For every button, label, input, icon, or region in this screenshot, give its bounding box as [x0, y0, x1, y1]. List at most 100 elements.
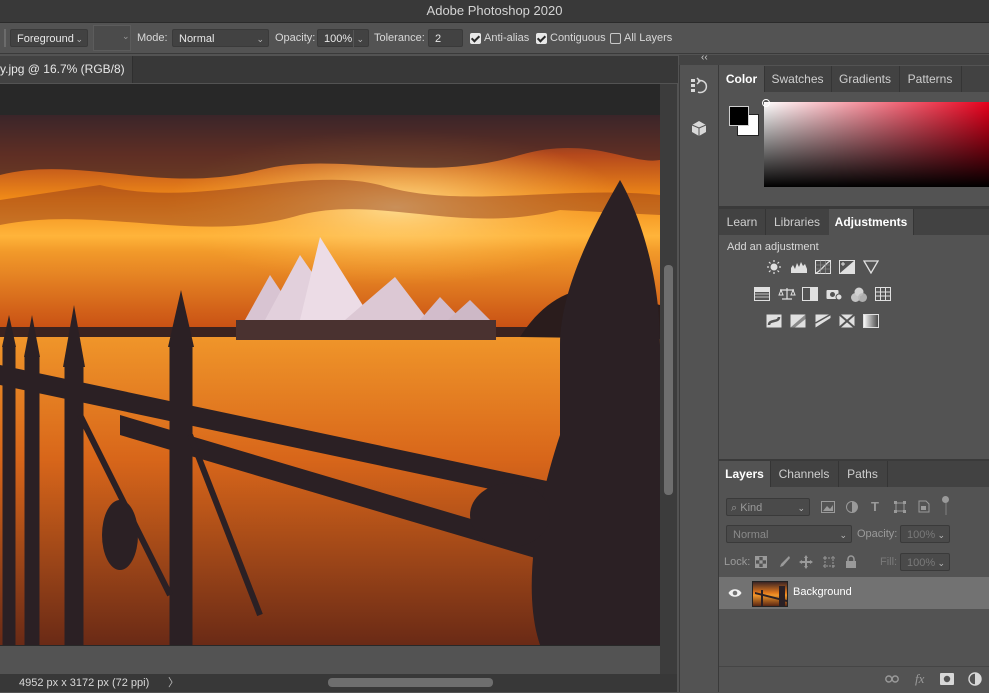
layer-opacity-label: Opacity: — [857, 528, 898, 540]
layer-visibility-eye-icon[interactable] — [728, 588, 742, 601]
lock-artboard-icon[interactable] — [822, 555, 836, 572]
lock-image-pixels-icon[interactable] — [777, 555, 791, 572]
history-icon[interactable] — [690, 77, 708, 95]
blend-mode-dropdown[interactable]: Normal ⌄ — [726, 525, 852, 543]
threshold-icon[interactable] — [815, 313, 831, 328]
levels-icon[interactable] — [790, 260, 807, 274]
color-lookup-icon[interactable] — [875, 287, 891, 301]
add-adjustment-hint: Add an adjustment — [727, 241, 819, 253]
horizontal-scroll-thumb[interactable] — [328, 678, 493, 687]
lock-transparent-pixels-icon[interactable] — [755, 556, 767, 571]
layers-panel: Layers Channels Paths ⌕ Kind ⌄ T Normal … — [719, 461, 989, 693]
black-white-icon[interactable] — [802, 287, 818, 301]
adjustments-panel: Learn Libraries Adjustments Add an adjus… — [719, 209, 989, 459]
foreground-color-swatch[interactable] — [729, 106, 749, 126]
contiguous-checkbox[interactable] — [536, 33, 547, 44]
status-menu-arrow[interactable]: 〉 — [168, 674, 179, 692]
curves-icon[interactable] — [815, 260, 831, 274]
tab-channels[interactable]: Channels — [770, 461, 839, 487]
collapse-panels-icon[interactable]: ‹‹ — [701, 52, 708, 63]
tab-patterns[interactable]: Patterns — [899, 66, 962, 92]
title-bar: Adobe Photoshop 2020 — [0, 0, 989, 23]
options-bar: Foreground ⌄ ⌄ Mode: Normal ⌄ Opacity: 1… — [0, 23, 989, 54]
filter-toggle-track — [945, 503, 947, 515]
all-layers-checkbox[interactable] — [610, 33, 621, 44]
tab-color[interactable]: Color — [719, 66, 765, 92]
filter-shape-icon[interactable] — [894, 501, 906, 516]
pattern-picker[interactable]: ⌄ — [93, 25, 131, 51]
add-mask-icon[interactable] — [940, 673, 954, 688]
color-picker-marker[interactable] — [762, 99, 770, 107]
mode-dropdown[interactable]: Normal ⌄ — [172, 29, 269, 47]
exposure-icon[interactable] — [839, 260, 855, 274]
lock-position-icon[interactable] — [799, 555, 813, 572]
mode-label: Mode: — [137, 32, 168, 44]
chevron-down-icon: ⌄ — [256, 34, 264, 44]
tolerance-input[interactable]: 2 — [428, 29, 463, 47]
panel-icon-column — [679, 65, 719, 692]
tab-layers[interactable]: Layers — [719, 461, 771, 487]
selective-color-icon[interactable] — [838, 313, 856, 329]
tab-learn[interactable]: Learn — [719, 209, 766, 235]
lock-label: Lock: — [724, 556, 751, 568]
filter-pixel-icon[interactable] — [821, 501, 835, 516]
layer-opacity-input[interactable]: 100% ⌄ — [900, 525, 950, 543]
filter-type-icon[interactable]: T — [871, 499, 879, 514]
color-field[interactable] — [764, 102, 989, 187]
document-image[interactable] — [0, 115, 660, 645]
adjustments-panel-tabs: Learn Libraries Adjustments — [719, 209, 989, 235]
vertical-scroll-thumb[interactable] — [664, 265, 673, 495]
anti-alias-label: Anti-alias — [484, 32, 530, 44]
options-bar-grip — [4, 29, 6, 47]
panel-collapse-bar[interactable]: ‹‹ — [679, 52, 989, 65]
chevron-down-icon: ⌄ — [122, 31, 130, 41]
chevron-down-icon: ⌄ — [75, 34, 83, 44]
lock-all-icon[interactable] — [845, 555, 857, 572]
tab-gradients[interactable]: Gradients — [831, 66, 900, 92]
layer-name[interactable]: Background — [793, 586, 852, 598]
new-adjustment-icon[interactable] — [968, 672, 982, 689]
document-tab[interactable]: y.jpg @ 16.7% (RGB/8) — [0, 56, 133, 83]
gradient-map-icon[interactable] — [863, 314, 879, 328]
anti-alias-checkbox[interactable] — [470, 33, 481, 44]
contiguous-label: Contiguous — [550, 32, 606, 44]
layers-panel-tabs: Layers Channels Paths — [719, 461, 989, 487]
photo-filter-icon[interactable] — [826, 287, 843, 301]
tab-swatches[interactable]: Swatches — [764, 66, 832, 92]
color-balance-icon[interactable] — [778, 287, 796, 301]
color-panel: Color Swatches Gradients Patterns — [719, 66, 989, 206]
chevron-down-icon: ⌄ — [839, 530, 847, 540]
layer-thumbnail[interactable] — [752, 581, 788, 607]
filter-smart-object-icon[interactable] — [918, 500, 930, 516]
chevron-down-icon: ⌄ — [353, 30, 364, 48]
tab-adjustments[interactable]: Adjustments — [829, 209, 914, 235]
document-dimensions: 4952 px x 3172 px (72 ppi) — [19, 677, 150, 689]
opacity-input[interactable]: 100% ⌄ — [317, 29, 369, 48]
link-layers-icon[interactable] — [885, 674, 899, 687]
chevron-down-icon: ⌄ — [937, 530, 945, 540]
fill-input[interactable]: 100% ⌄ — [900, 553, 950, 571]
tolerance-label: Tolerance: — [374, 32, 425, 44]
chevron-down-icon: ⌄ — [937, 558, 945, 568]
vibrance-icon[interactable] — [754, 287, 770, 301]
chevron-down-icon: ⌄ — [797, 503, 805, 513]
search-icon: ⌕ — [731, 502, 738, 514]
fx-icon[interactable]: fx — [915, 671, 924, 687]
opacity-label: Opacity: — [275, 32, 316, 44]
brightness-contrast-icon[interactable] — [766, 260, 782, 274]
filter-toggle-icon[interactable] — [942, 496, 949, 503]
3d-cube-icon[interactable] — [690, 119, 708, 137]
tab-libraries[interactable]: Libraries — [765, 209, 830, 235]
fill-label: Fill: — [880, 556, 898, 568]
channel-mixer-icon[interactable] — [850, 287, 867, 302]
layer-row[interactable]: Background — [719, 577, 989, 609]
fill-source-dropdown[interactable]: Foreground ⌄ — [10, 29, 88, 47]
layer-filter-kind-dropdown[interactable]: ⌕ Kind ⌄ — [726, 498, 810, 516]
gradient-triangle-icon[interactable] — [862, 260, 880, 275]
color-panel-tabs: Color Swatches Gradients Patterns — [719, 66, 989, 92]
tab-paths[interactable]: Paths — [838, 461, 888, 487]
invert-icon[interactable] — [766, 314, 782, 328]
filter-adjustment-icon[interactable] — [846, 501, 858, 516]
posterize-icon[interactable] — [790, 314, 806, 328]
sunset-photo — [0, 115, 660, 645]
